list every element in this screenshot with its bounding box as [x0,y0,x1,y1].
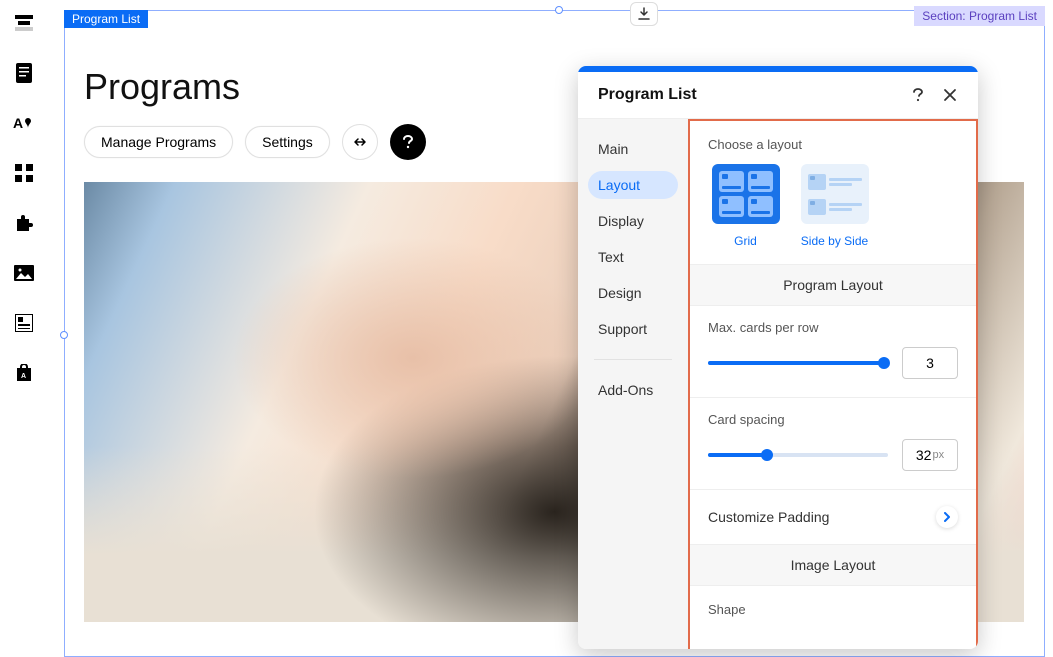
nav-main[interactable]: Main [588,135,678,163]
panel-title: Program List [598,86,894,104]
nav-display[interactable]: Display [588,207,678,235]
spacing-slider[interactable] [708,453,888,457]
stretch-button[interactable] [342,124,378,160]
panel-help-icon[interactable] [910,87,926,103]
help-button[interactable] [390,124,426,160]
choose-layout-label: Choose a layout [708,137,958,152]
chevron-right-icon [936,506,958,528]
settings-panel: Program List Main Layout Display Text De… [578,66,978,649]
plugins-icon[interactable] [13,212,35,234]
page-icon[interactable] [13,62,35,84]
layers-icon[interactable] [13,12,35,34]
panel-nav: Main Layout Display Text Design Support … [578,119,688,649]
max-cards-slider[interactable] [708,361,888,365]
spacing-label: Card spacing [708,412,958,427]
data-icon[interactable] [13,312,35,334]
customize-padding-label: Customize Padding [708,509,829,525]
canvas: Program List Section: Program List Progr… [48,0,1053,657]
max-cards-input[interactable]: 3 [902,347,958,379]
theme-icon[interactable]: A [13,112,35,134]
nav-text[interactable]: Text [588,243,678,271]
store-icon[interactable]: AA [13,362,35,384]
panel-close-icon[interactable] [942,87,958,103]
program-layout-header: Program Layout [690,265,976,306]
layout-side-label: Side by Side [797,234,872,248]
media-icon[interactable] [13,262,35,284]
manage-programs-button[interactable]: Manage Programs [84,126,233,158]
layout-grid-label: Grid [708,234,783,248]
apps-icon[interactable] [13,162,35,184]
svg-text:A: A [21,373,26,380]
nav-addons[interactable]: Add-Ons [588,376,678,404]
svg-text:A: A [13,115,23,131]
layout-option-grid[interactable]: Grid [708,164,783,248]
settings-button[interactable]: Settings [245,126,330,158]
editor-sidebar: A AA [0,0,48,657]
image-layout-header: Image Layout [690,545,976,586]
max-cards-label: Max. cards per row [708,320,958,335]
customize-padding-row[interactable]: Customize Padding [690,490,976,545]
nav-design[interactable]: Design [588,279,678,307]
resize-handle-top[interactable] [555,6,563,14]
resize-handle-left[interactable] [60,331,68,339]
panel-header: Program List [578,72,978,119]
panel-content: Choose a layout Grid Side by Side [688,119,978,649]
spacing-input[interactable]: 32px [902,439,958,471]
nav-support[interactable]: Support [588,315,678,343]
section-label: Program List [64,10,148,28]
layout-option-side[interactable]: Side by Side [797,164,872,248]
nav-layout[interactable]: Layout [588,171,678,199]
section-tag: Section: Program List [914,6,1045,26]
download-button[interactable] [630,2,658,26]
shape-label: Shape [690,586,976,643]
